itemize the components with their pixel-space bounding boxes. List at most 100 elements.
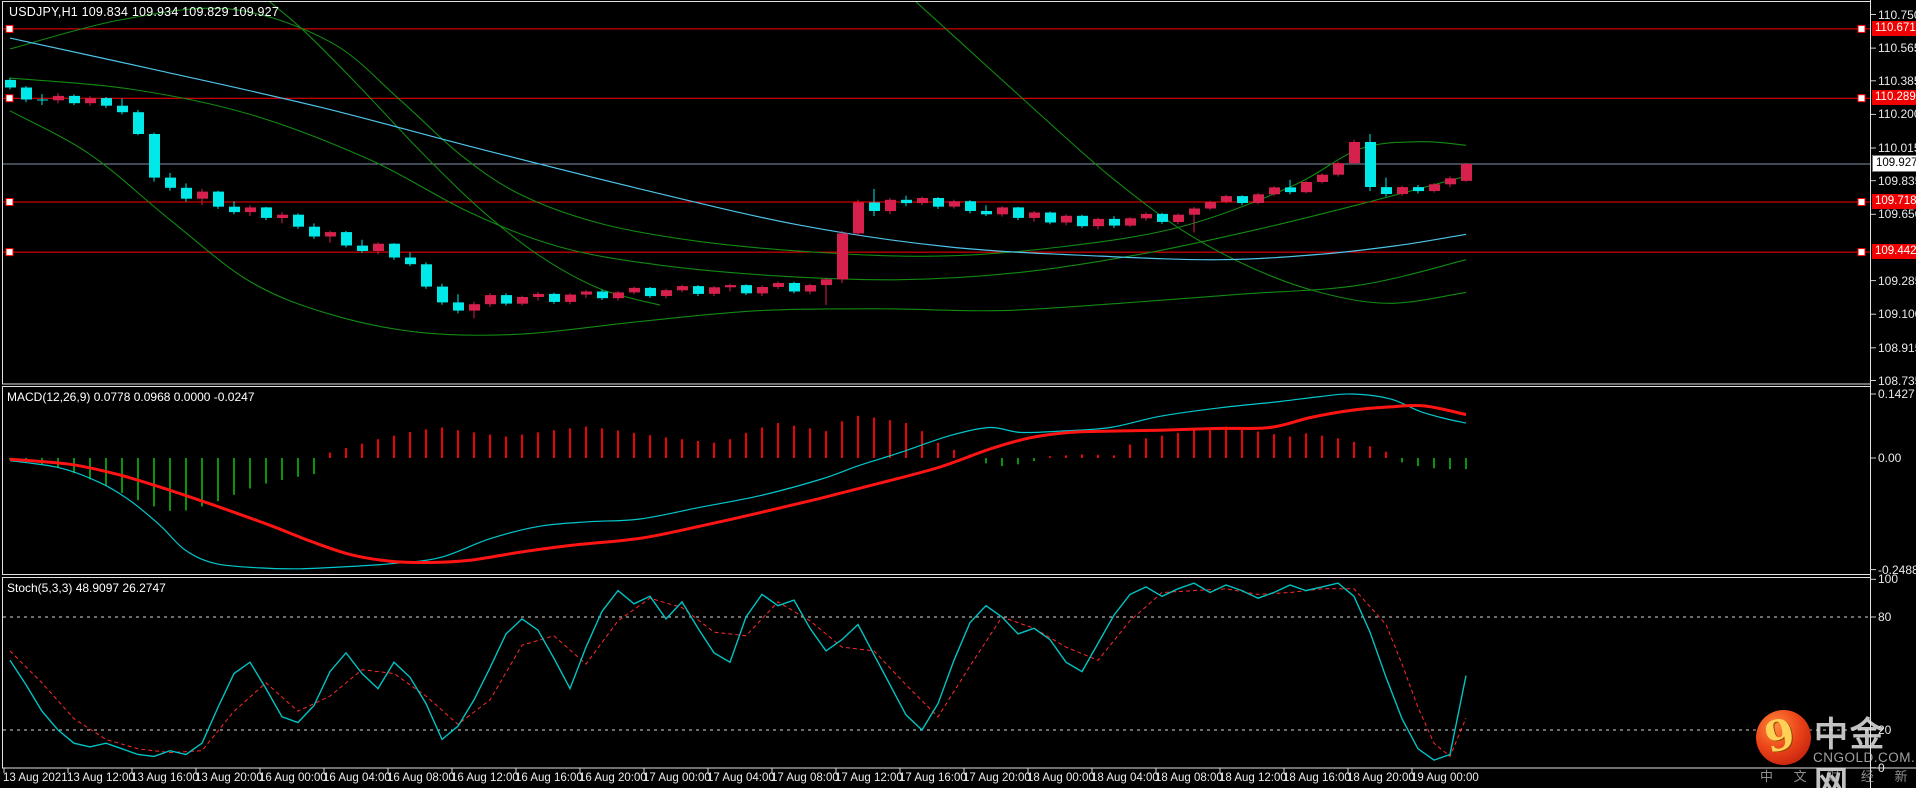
candle	[629, 286, 640, 295]
candle	[261, 206, 272, 221]
candle	[821, 277, 832, 306]
candle	[757, 285, 768, 296]
candle	[533, 292, 544, 301]
candle	[1429, 183, 1440, 193]
line-anchor-marker[interactable]	[5, 94, 14, 103]
candle	[405, 252, 416, 267]
chart-window: 110.750110.565110.385110.200110.015109.8…	[0, 0, 1916, 788]
candle	[213, 190, 224, 209]
candle	[933, 197, 944, 209]
candle	[661, 288, 672, 299]
candle	[1029, 211, 1040, 222]
candle	[517, 295, 528, 306]
candles-layer	[5, 77, 1472, 319]
candle	[325, 230, 336, 243]
candle	[789, 281, 800, 294]
candle	[1157, 212, 1168, 224]
macd-line	[9, 393, 1467, 570]
pane-frames	[2, 0, 1916, 788]
line-anchor-marker[interactable]	[1857, 94, 1866, 103]
candle	[1381, 177, 1392, 197]
candle	[309, 223, 320, 239]
candle	[277, 212, 288, 224]
candle	[1125, 217, 1136, 227]
chart-canvas[interactable]	[0, 0, 1916, 788]
candle	[1013, 206, 1024, 221]
candle	[709, 286, 720, 296]
candle	[421, 262, 432, 289]
line-anchor-marker[interactable]	[1857, 198, 1866, 206]
stochastic-pane[interactable]	[3, 582, 1870, 761]
candle	[293, 213, 304, 229]
candle	[1365, 134, 1376, 192]
candle	[949, 199, 960, 209]
candle	[1173, 213, 1184, 225]
candle	[581, 290, 592, 298]
candle	[341, 231, 352, 248]
candle	[1093, 217, 1104, 230]
candle	[501, 293, 512, 306]
bollinger-band-line	[9, 110, 1467, 336]
candle	[1333, 161, 1344, 177]
line-anchor-marker[interactable]	[1857, 24, 1866, 33]
candle	[645, 287, 656, 298]
candle	[453, 294, 464, 314]
candle	[773, 281, 784, 290]
macd-signal-line	[9, 403, 1467, 565]
candle	[69, 94, 80, 105]
candle	[389, 243, 400, 260]
candle	[1269, 186, 1280, 196]
line-anchor-marker[interactable]	[5, 248, 14, 257]
candle	[853, 199, 864, 237]
stoch-k-line	[9, 582, 1467, 761]
candle	[165, 172, 176, 191]
axis-ticks	[3, 14, 1876, 773]
candle	[1205, 200, 1216, 211]
candle	[1349, 139, 1360, 165]
candle	[741, 284, 752, 296]
chart-title: USDJPY,H1 109.834 109.934 109.829 109.92…	[9, 5, 279, 19]
candle	[5, 77, 16, 90]
candle	[437, 283, 448, 305]
candle	[197, 188, 208, 206]
candle	[469, 301, 480, 319]
bollinger-band-line	[9, 77, 1467, 281]
candle	[805, 283, 816, 295]
candle	[1237, 195, 1248, 206]
candle	[1077, 214, 1088, 228]
bollinger-band-line	[269, 2, 661, 306]
candle	[1189, 207, 1200, 233]
candle	[181, 183, 192, 202]
main-price-pane[interactable]	[3, 0, 1870, 336]
line-anchor-marker[interactable]	[1857, 248, 1866, 257]
candle	[1253, 192, 1264, 205]
candle	[1413, 184, 1424, 194]
candle	[677, 284, 688, 293]
candle	[981, 205, 992, 217]
candle	[885, 198, 896, 215]
line-anchor-marker[interactable]	[5, 198, 14, 206]
macd-indicator-label: MACD(12,26,9) 0.0778 0.0968 0.0000 -0.02…	[7, 390, 255, 404]
candle	[1141, 212, 1152, 221]
candle	[549, 292, 560, 304]
candle	[917, 196, 928, 206]
candle	[21, 86, 32, 103]
candle	[997, 206, 1008, 217]
candle	[901, 195, 912, 207]
candle	[117, 98, 128, 115]
candle	[1045, 211, 1056, 225]
macd-pane[interactable]	[9, 393, 1467, 570]
candle	[965, 200, 976, 214]
line-anchor-marker[interactable]	[5, 24, 14, 33]
candle	[1285, 179, 1296, 195]
bollinger-band-line	[915, 2, 1467, 304]
candle	[1301, 180, 1312, 194]
stoch-indicator-label: Stoch(5,3,3) 48.9097 26.2747	[7, 581, 166, 595]
candle	[1109, 216, 1120, 228]
slow-ma-line	[9, 37, 1467, 261]
candle	[1317, 173, 1328, 184]
candle	[613, 291, 624, 301]
candle	[1445, 176, 1456, 188]
candle	[725, 283, 736, 292]
candle	[149, 132, 160, 182]
